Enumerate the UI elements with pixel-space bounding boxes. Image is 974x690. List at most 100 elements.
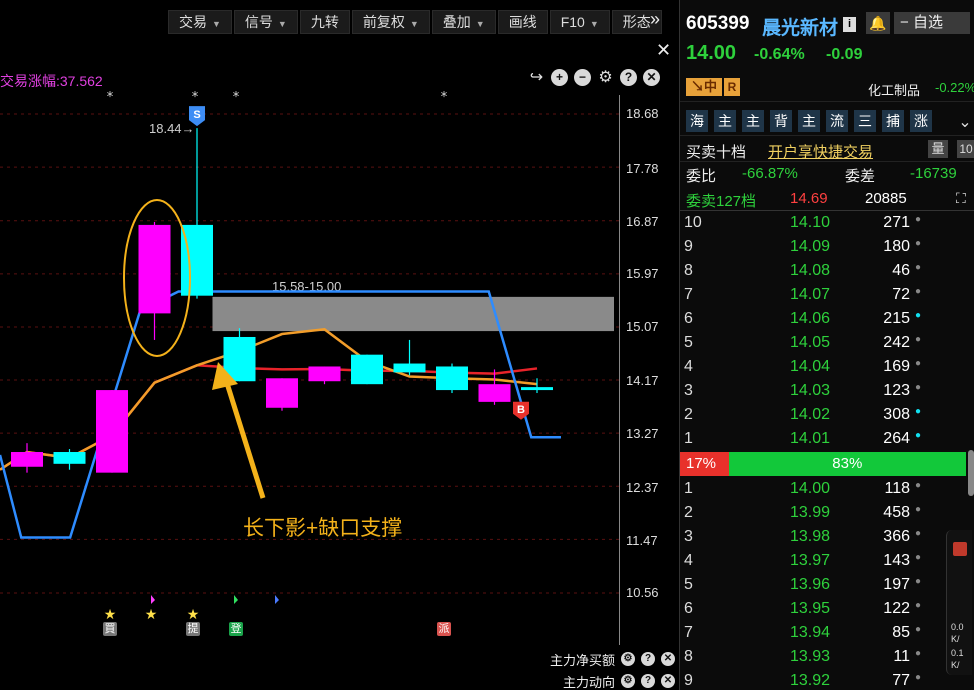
- level-dot-icon: ●: [915, 310, 922, 321]
- bid-row[interactable]: 8 13.93 11 ●: [680, 645, 974, 669]
- sub-indicator-row[interactable]: 主力动向 ⚙? ✕: [529, 670, 679, 690]
- quick-trade-link[interactable]: 开户享快捷交易: [768, 141, 873, 162]
- scrollbar[interactable]: [968, 450, 974, 496]
- orderbook-mode-icon[interactable]: 量: [928, 140, 948, 158]
- bid-row[interactable]: 4 13.97 143 ●: [680, 549, 974, 573]
- price-axis-label: 11.47: [626, 533, 658, 548]
- nav-chip[interactable]: 捕: [882, 110, 904, 132]
- ask-row[interactable]: 6 14.06 215 ●: [680, 307, 974, 331]
- candle-body: [53, 452, 86, 464]
- nav-row: 海主主背主流三捕涨 ⌄: [680, 102, 974, 136]
- signal-badge[interactable]: 登: [229, 622, 243, 636]
- ratio-label: 委比: [686, 168, 717, 185]
- toolbar-button-4[interactable]: 叠加 ▼: [431, 10, 496, 34]
- toolbar-button-2[interactable]: 九转: [299, 10, 350, 34]
- gear-icon[interactable]: ⚙: [597, 69, 614, 86]
- help-icon[interactable]: ?: [620, 69, 637, 86]
- bid-row[interactable]: 6 13.95 122 ●: [680, 597, 974, 621]
- info-icon[interactable]: i: [843, 17, 856, 32]
- level-dot-icon: ●: [915, 382, 922, 393]
- help-icon[interactable]: ?: [641, 652, 655, 666]
- level-dot-icon: ●: [915, 262, 922, 273]
- toolbar-button-1[interactable]: 信号 ▼: [233, 10, 298, 34]
- toolbar-button-5[interactable]: 画线: [497, 10, 548, 34]
- ask-row[interactable]: 8 14.08 46 ●: [680, 259, 974, 283]
- gear-icon[interactable]: ⚙: [621, 652, 635, 666]
- close-icon[interactable]: ✕: [661, 674, 675, 688]
- nav-chip[interactable]: 涨: [910, 110, 932, 132]
- ask-row[interactable]: 7 14.07 72 ●: [680, 283, 974, 307]
- level-volume: 180: [883, 238, 910, 255]
- bell-icon[interactable]: 🔔: [866, 12, 890, 34]
- more-icon[interactable]: »: [650, 9, 660, 30]
- tag-zhong[interactable]: ↘中: [686, 78, 722, 96]
- kline-chart-area[interactable]: 15.58-15.00 18.44→ S B * * * * ★ ★ ★ 交易 ▼ 信号 ▼ 九转 前复权 ▼ 叠…: [0, 0, 678, 690]
- ask-row[interactable]: 4 14.04 169 ●: [680, 355, 974, 379]
- stock-name[interactable]: 晨光新材: [762, 13, 838, 40]
- close-icon[interactable]: ✕: [656, 40, 671, 61]
- ask-row[interactable]: 9 14.09 180 ●: [680, 235, 974, 259]
- price-axis-label: 15.97: [626, 266, 659, 281]
- toolbar-button-0[interactable]: 交易 ▼: [168, 10, 232, 34]
- bid-row[interactable]: 7 13.94 85 ●: [680, 621, 974, 645]
- ask-row[interactable]: 2 14.02 308 ●: [680, 403, 974, 427]
- ask-row[interactable]: 1 14.01 264 ●: [680, 427, 974, 451]
- nav-chip[interactable]: 背: [770, 110, 792, 132]
- expand-icon[interactable]: ⛶: [956, 190, 966, 207]
- toolbar-button-label: 交易: [179, 14, 207, 30]
- bid-row[interactable]: 9 13.92 77 ●: [680, 669, 974, 690]
- nav-chip[interactable]: 主: [714, 110, 736, 132]
- nav-chip[interactable]: 三: [854, 110, 876, 132]
- bid-row[interactable]: 2 13.99 458 ●: [680, 501, 974, 525]
- toolbar-button-label: 形态: [622, 14, 651, 30]
- toolbar-button-3[interactable]: 前复权 ▼: [351, 10, 430, 34]
- widget-icon[interactable]: [953, 542, 967, 556]
- level-dot-icon: ●: [915, 576, 922, 587]
- ask-row[interactable]: 5 14.05 242 ●: [680, 331, 974, 355]
- signal-badge[interactable]: 買: [103, 622, 117, 636]
- candle-body: [96, 390, 128, 473]
- toolbar-button-label: 画线: [508, 14, 537, 30]
- nav-chip[interactable]: 主: [798, 110, 820, 132]
- watchlist-button[interactable]: − 自选: [894, 12, 970, 34]
- stock-header: 605399 晨光新材 i 🔔 − 自选: [680, 0, 974, 42]
- orderbook-ten-icon[interactable]: 10: [957, 140, 974, 158]
- flag-marker: [151, 595, 155, 604]
- industry-label[interactable]: 化工制品: [868, 80, 920, 99]
- close-icon[interactable]: ✕: [661, 652, 675, 666]
- close-icon[interactable]: ✕: [643, 69, 660, 86]
- zoom-out-icon[interactable]: −: [574, 69, 591, 86]
- chevron-down-icon[interactable]: ⌄: [956, 112, 974, 132]
- ask-row[interactable]: 3 14.03 123 ●: [680, 379, 974, 403]
- tag-r[interactable]: R: [724, 78, 740, 96]
- signal-badge[interactable]: 派: [437, 622, 451, 636]
- nav-chip[interactable]: 主: [742, 110, 764, 132]
- level-volume: 46: [892, 262, 910, 279]
- level-volume: 123: [883, 382, 910, 399]
- orderbook-title: 买卖十档: [686, 144, 747, 161]
- kline-chart[interactable]: 15.58-15.0018.44→SB* * * *★ ★ ★: [0, 0, 678, 690]
- bid-row[interactable]: 5 13.96 197 ●: [680, 573, 974, 597]
- level-number: 5: [684, 576, 693, 593]
- quote-panel: 605399 晨光新材 i 🔔 − 自选 14.00 -0.64% -0.09 …: [679, 0, 974, 690]
- level-number: 6: [684, 600, 693, 617]
- gear-icon[interactable]: ⚙: [621, 674, 635, 688]
- nav-chip[interactable]: 海: [686, 110, 708, 132]
- help-icon[interactable]: ?: [641, 674, 655, 688]
- share-icon[interactable]: ↪: [528, 69, 545, 86]
- bid-row[interactable]: 1 14.00 118 ●: [680, 477, 974, 501]
- ask-row[interactable]: 10 14.10 271 ●: [680, 211, 974, 235]
- candle-body: [11, 452, 43, 467]
- nav-chip[interactable]: 流: [826, 110, 848, 132]
- widget-value-2: 0.1: [951, 648, 964, 658]
- zoom-in-icon[interactable]: +: [551, 69, 568, 86]
- toolbar-button-6[interactable]: F10 ▼: [549, 10, 610, 34]
- level-volume: 169: [883, 358, 910, 375]
- side-widget[interactable]: 0.0 K/ 0.1 K/: [946, 530, 972, 675]
- bid-row[interactable]: 3 13.98 366 ●: [680, 525, 974, 549]
- level-volume: 264: [883, 430, 910, 447]
- sub-indicator-row[interactable]: 主力净买额 ⚙? ✕: [529, 648, 679, 670]
- level-number: 4: [684, 358, 693, 375]
- signal-badge[interactable]: 提: [186, 622, 200, 636]
- toolbar-button-label: 九转: [310, 14, 339, 30]
